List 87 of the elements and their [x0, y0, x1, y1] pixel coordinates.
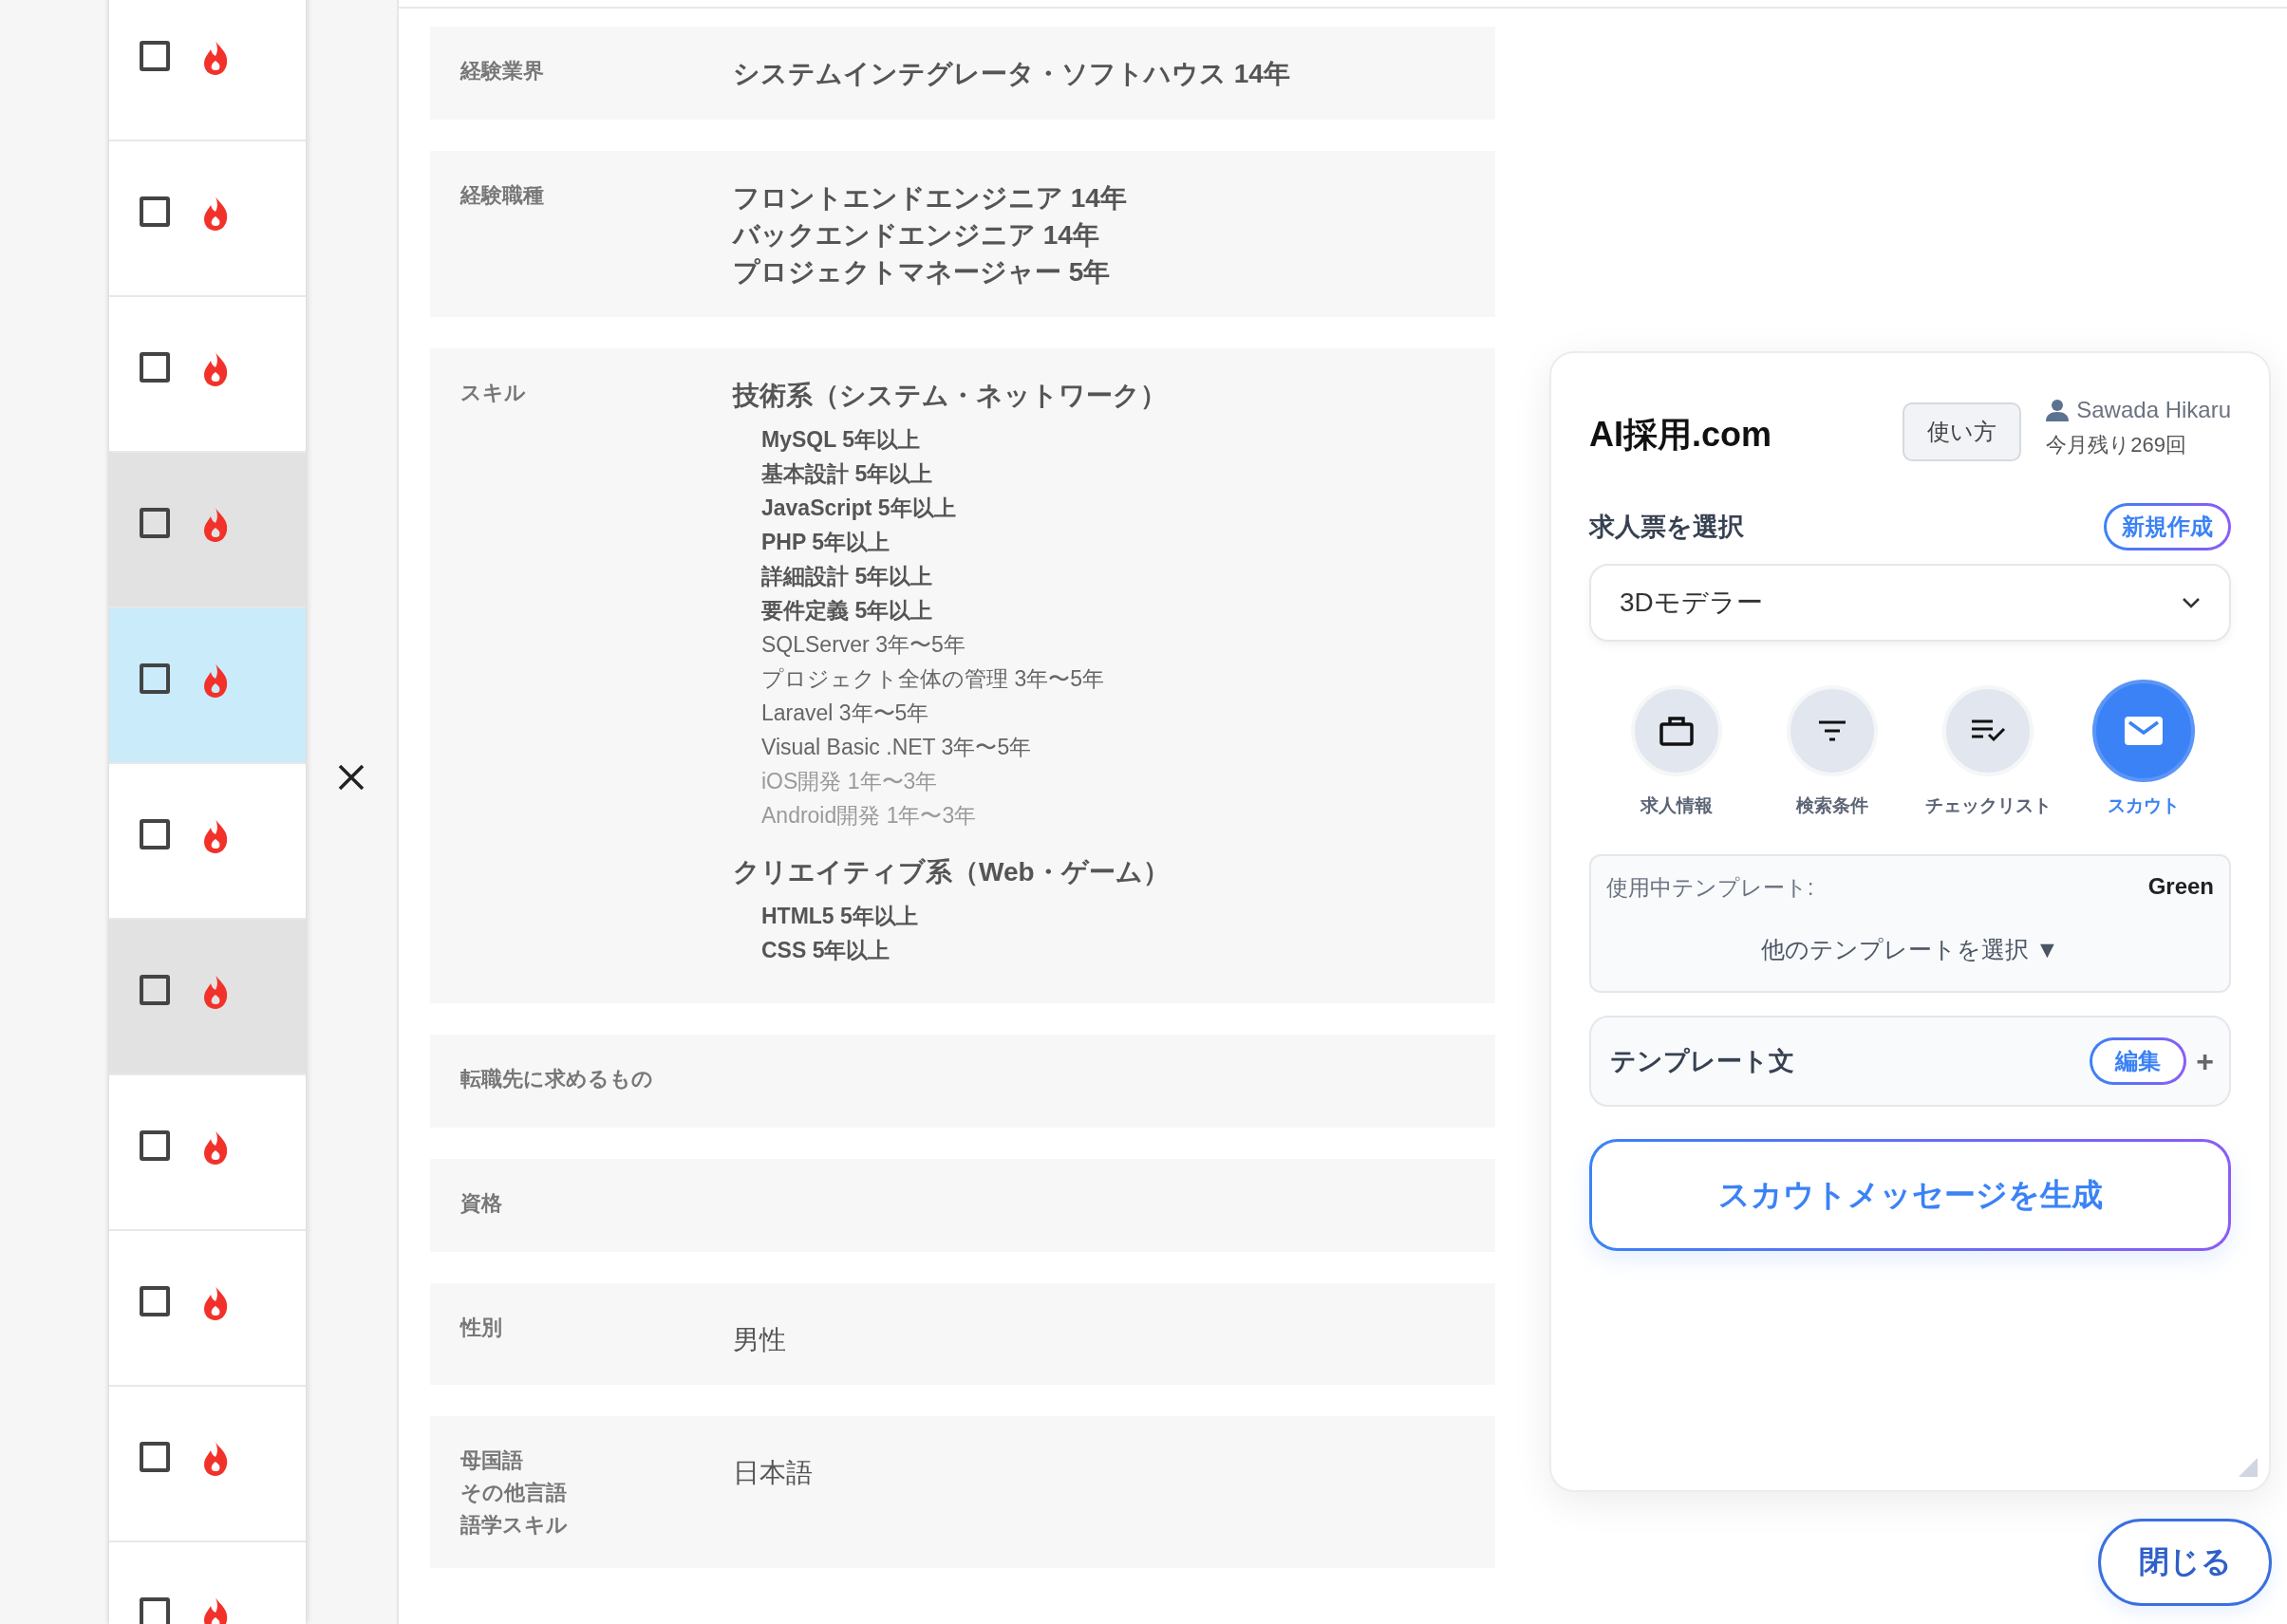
filter-icon	[1817, 719, 1847, 742]
field-label: スキル	[460, 380, 527, 406]
candidate-row[interactable]	[109, 608, 306, 764]
checkbox[interactable]	[140, 663, 170, 694]
skill-item: 詳細設計 5年以上	[760, 563, 934, 590]
checkbox[interactable]	[140, 508, 170, 538]
checkbox[interactable]	[140, 196, 170, 227]
checkbox[interactable]	[140, 41, 170, 71]
flame-icon	[202, 819, 229, 853]
field-label: 経験業界	[460, 58, 545, 84]
app-title: AI採用.com	[1589, 414, 1773, 456]
candidate-row[interactable]	[109, 141, 306, 297]
template-text-label: テンプレート文	[1610, 1046, 1795, 1077]
skill-item: MySQL 5年以上	[760, 426, 921, 454]
candidate-row[interactable]	[109, 0, 306, 141]
checkbox[interactable]	[140, 975, 170, 1005]
flame-icon	[202, 41, 229, 75]
skill-category: クリエイティブ系（Web・ゲーム）	[733, 856, 1170, 888]
skill-item: JavaScript 5年以上	[760, 495, 957, 522]
checkbox[interactable]	[140, 352, 170, 383]
flame-icon	[202, 196, 229, 231]
mail-icon	[2125, 717, 2163, 745]
candidate-row[interactable]	[109, 453, 306, 608]
checkbox[interactable]	[140, 1442, 170, 1472]
flame-icon	[202, 1597, 229, 1624]
flame-icon	[202, 1442, 229, 1476]
job-select-label: 求人票を選択	[1589, 512, 1744, 543]
add-symbol[interactable]: +	[2196, 1043, 2214, 1079]
field-label: その他言語	[460, 1480, 568, 1506]
job-select[interactable]: 3Dモデラー	[1589, 564, 2231, 642]
help-button[interactable]: 使い方	[1903, 402, 2022, 461]
template-name: Green	[2147, 873, 2214, 901]
skill-item: iOS開発 1年〜3年	[760, 768, 939, 795]
field-value: システムインテグレータ・ソフトハウス 14年	[733, 58, 1290, 90]
field-value: バックエンドエンジニア 14年	[733, 219, 1100, 252]
skill-item: 基本設計 5年以上	[760, 460, 934, 488]
field-value: 日本語	[733, 1457, 813, 1489]
skill-item: CSS 5年以上	[760, 937, 891, 964]
skill-item: Android開発 1年〜3年	[760, 802, 978, 830]
resize-handle-icon[interactable]	[2239, 1458, 2258, 1477]
field-label: 語学スキル	[460, 1512, 569, 1539]
skill-category: 技術系（システム・ネットワーク）	[733, 380, 1168, 412]
user-icon	[2046, 399, 2070, 421]
skill-item: HTML5 5年以上	[760, 903, 919, 930]
flame-icon	[202, 352, 229, 386]
generate-button[interactable]: スカウトメッセージを生成	[1589, 1139, 2231, 1251]
skill-item: プロジェクト全体の管理 3年〜5年	[760, 665, 1105, 693]
flame-icon	[202, 508, 229, 542]
field-label: 転職先に求めるもの	[460, 1066, 654, 1092]
flame-icon	[202, 663, 229, 698]
field-value: 男性	[733, 1324, 786, 1356]
template-label: 使用中テンプレート:	[1606, 874, 1814, 902]
nav-tab[interactable]: チェックリスト	[1917, 678, 2059, 818]
checkbox[interactable]	[140, 1286, 170, 1316]
user-name: Sawada Hikaru	[2076, 397, 2231, 423]
candidate-row[interactable]	[109, 297, 306, 453]
checkbox[interactable]	[140, 819, 170, 849]
candidate-row[interactable]	[109, 920, 306, 1075]
skill-item: 要件定義 5年以上	[760, 597, 934, 625]
close-button[interactable]: 閉じる	[2098, 1519, 2272, 1606]
flame-icon	[202, 1286, 229, 1320]
checkbox[interactable]	[140, 1597, 170, 1624]
candidate-row[interactable]	[109, 1387, 306, 1542]
field-label: 資格	[460, 1190, 503, 1217]
skill-item: Visual Basic .NET 3年〜5年	[760, 734, 1033, 761]
nav-tab[interactable]: 検索条件	[1761, 678, 1903, 818]
flame-icon	[202, 1130, 229, 1165]
skill-item: SQLServer 3年〜5年	[760, 631, 966, 659]
candidate-row[interactable]	[109, 1231, 306, 1387]
close-icon[interactable]	[338, 764, 365, 791]
field-value: フロントエンドエンジニア 14年	[733, 182, 1127, 215]
flame-icon	[202, 975, 229, 1009]
checkbox[interactable]	[140, 1130, 170, 1161]
briefcase-icon	[1659, 716, 1694, 746]
field-label: 母国語	[460, 1447, 524, 1474]
candidate-row[interactable]	[109, 764, 306, 920]
skill-item: PHP 5年以上	[760, 529, 891, 556]
field-label: 性別	[460, 1315, 503, 1341]
checklist-icon	[1970, 719, 2006, 743]
chevron-down-icon	[2182, 597, 2201, 608]
field-label: 経験職種	[460, 182, 545, 209]
remaining-count: 今月残り269回	[2046, 432, 2187, 458]
field-value: プロジェクトマネージャー 5年	[733, 256, 1112, 289]
nav-tab[interactable]: 求人情報	[1605, 678, 1748, 818]
skill-item: Laravel 3年〜5年	[760, 700, 930, 727]
template-picker[interactable]: 他のテンプレートを選択 ▼	[1755, 933, 2065, 966]
candidate-row[interactable]	[109, 1075, 306, 1231]
